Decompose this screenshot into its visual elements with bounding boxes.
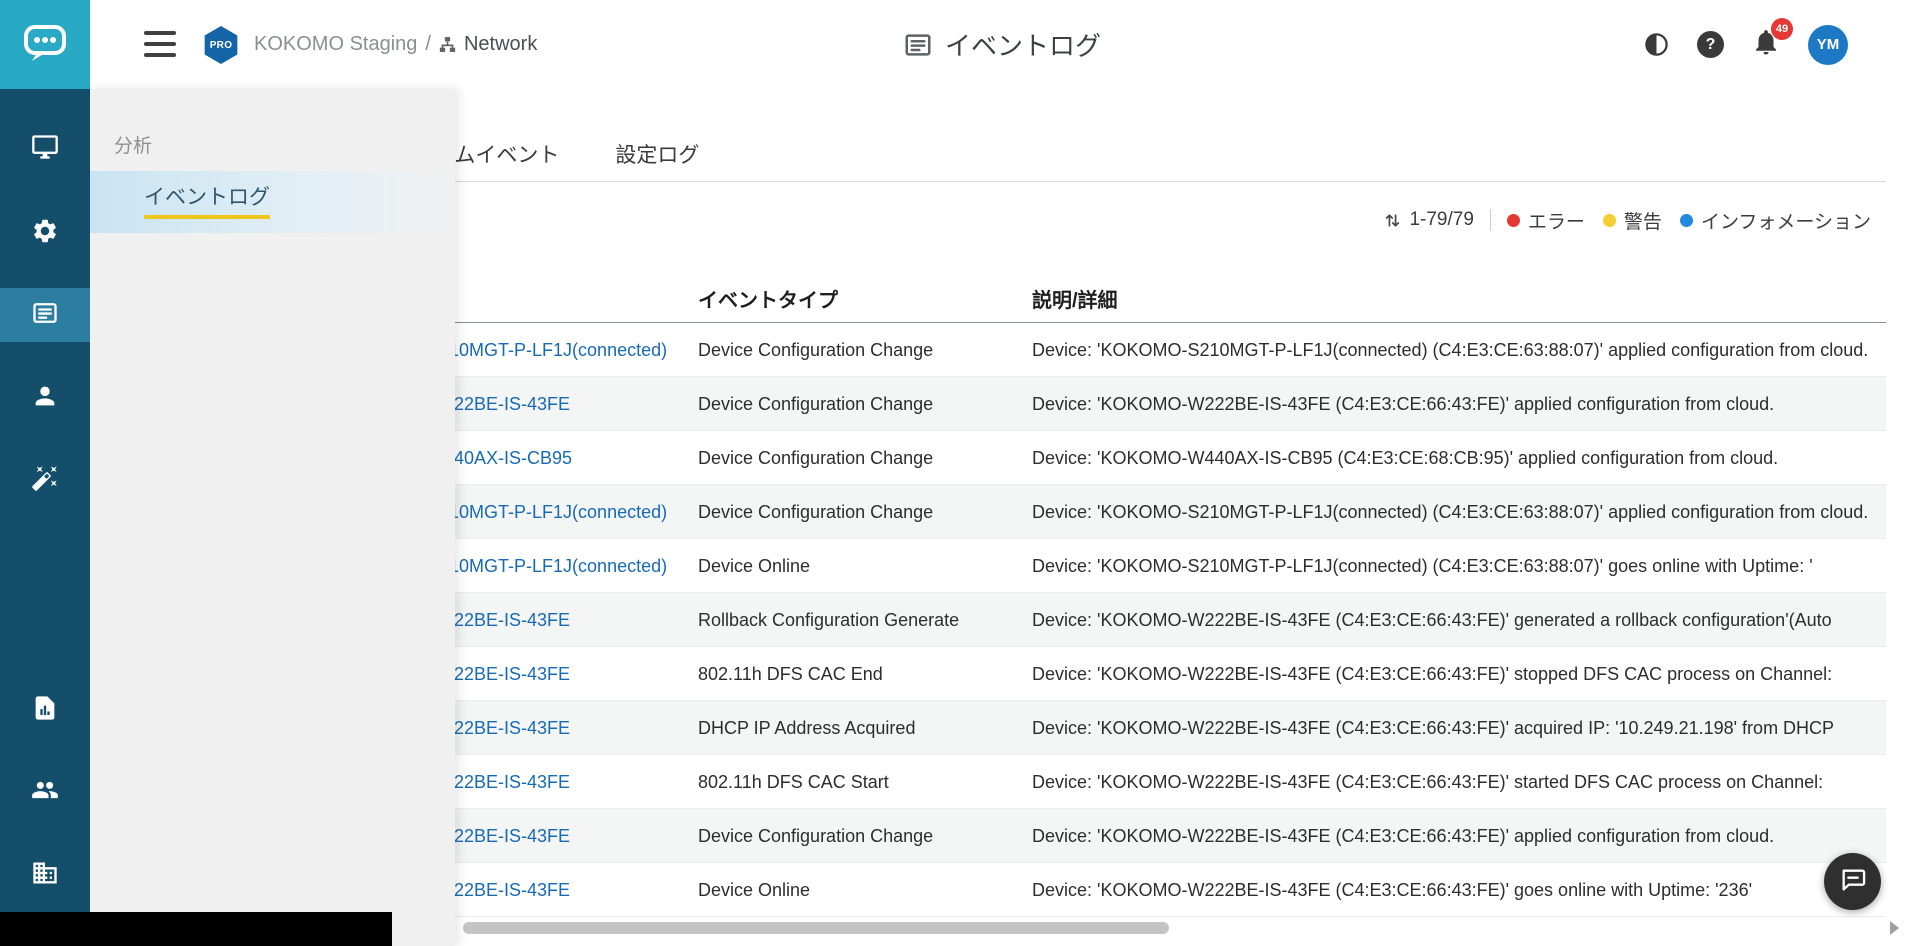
- header-actions: ? 49 YM: [1643, 0, 1848, 89]
- sort-icon[interactable]: [1382, 209, 1403, 232]
- legend-label: インフォメーション: [1701, 207, 1871, 234]
- bottom-overlay-bar: [0, 912, 392, 946]
- app-root: PRO KOKOMO Staging / Network イベントログ ?: [0, 0, 1920, 946]
- active-item-underline: [144, 215, 270, 219]
- network-icon: [439, 36, 456, 53]
- page-title: イベントログ: [903, 0, 1101, 89]
- pro-badge: PRO: [202, 26, 240, 64]
- toolbar: 1-79/79 エラー 警告 インフォメーション: [1382, 206, 1871, 234]
- column-description: 説明/詳細: [1032, 284, 1118, 313]
- event-type-cell: Device Online: [698, 539, 810, 593]
- event-log-title-icon: [903, 30, 933, 60]
- severity-dot: [1603, 214, 1616, 227]
- severity-dot: [1680, 214, 1693, 227]
- menu-item-label: イベントログ: [144, 186, 270, 209]
- scroll-right-arrow[interactable]: [1890, 921, 1899, 935]
- menu-section-label: 分析: [114, 131, 152, 158]
- sidebar-item-clients[interactable]: [0, 371, 90, 425]
- menu-toggle-button[interactable]: [144, 31, 176, 57]
- sidebar-item-settings[interactable]: [0, 206, 90, 260]
- event-log-icon: [31, 299, 59, 332]
- person-icon: [31, 382, 59, 415]
- event-description-cell: Device: 'KOKOMO-S210MGT-P-LF1J(connected…: [1032, 539, 1886, 593]
- event-type-cell: Device Online: [698, 863, 810, 917]
- legend-item: エラー: [1507, 207, 1585, 234]
- severity-legend: エラー 警告 インフォメーション: [1507, 207, 1871, 234]
- event-type-cell: 802.11h DFS CAC End: [698, 647, 883, 701]
- notifications-button[interactable]: 49: [1751, 27, 1781, 62]
- event-type-cell: 802.11h DFS CAC Start: [698, 755, 889, 809]
- chat-logo-icon: [21, 18, 69, 71]
- top-header: PRO KOKOMO Staging / Network イベントログ ?: [90, 0, 1920, 89]
- event-type-cell: DHCP IP Address Acquired: [698, 701, 915, 755]
- monitor-icon: [31, 133, 59, 166]
- event-type-cell: Device Configuration Change: [698, 485, 933, 539]
- legend-item: インフォメーション: [1680, 207, 1871, 234]
- legend-label: エラー: [1528, 207, 1585, 234]
- breadcrumb-site[interactable]: Network: [464, 33, 537, 56]
- severity-dot: [1507, 214, 1520, 227]
- event-description-cell: Device: 'KOKOMO-S210MGT-P-LF1J(connected…: [1032, 323, 1886, 377]
- magic-wand-icon: [31, 464, 59, 497]
- breadcrumb-separator: /: [425, 33, 431, 56]
- gear-icon: [31, 217, 59, 250]
- sidebar: [0, 0, 90, 946]
- sidebar-item-reports[interactable]: [0, 683, 90, 737]
- legend-item: 警告: [1603, 207, 1662, 234]
- breadcrumb-org[interactable]: KOKOMO Staging: [254, 33, 417, 56]
- event-type-cell: Device Configuration Change: [698, 431, 933, 485]
- event-type-cell: Device Configuration Change: [698, 377, 933, 431]
- sidebar-item-monitoring[interactable]: [0, 122, 90, 176]
- page-title-text: イベントログ: [945, 26, 1101, 63]
- tab-config-log[interactable]: 設定ログ: [615, 139, 699, 169]
- flyout-menu: 分析 イベントログ: [90, 89, 455, 946]
- event-description-cell: Device: 'KOKOMO-W222BE-IS-43FE (C4:E3:CE…: [1032, 377, 1886, 431]
- event-type-cell: Device Configuration Change: [698, 323, 933, 377]
- sidebar-item-users[interactable]: [0, 765, 90, 819]
- column-event-type: イベントタイプ: [698, 284, 838, 313]
- building-icon: [31, 859, 59, 892]
- menu-item-event-log[interactable]: イベントログ: [90, 171, 455, 233]
- help-icon[interactable]: ?: [1697, 31, 1724, 58]
- user-avatar[interactable]: YM: [1808, 25, 1848, 65]
- event-description-cell: Device: 'KOKOMO-W222BE-IS-43FE (C4:E3:CE…: [1032, 755, 1886, 809]
- event-description-cell: Device: 'KOKOMO-W222BE-IS-43FE (C4:E3:CE…: [1032, 863, 1886, 917]
- sidebar-item-event-log[interactable]: [0, 288, 90, 342]
- event-description-cell: Device: 'KOKOMO-W222BE-IS-43FE (C4:E3:CE…: [1032, 809, 1886, 863]
- app-logo[interactable]: [0, 0, 90, 89]
- event-type-cell: Rollback Configuration Generate: [698, 593, 959, 647]
- pagination-range: 1-79/79: [1409, 209, 1473, 231]
- event-description-cell: Device: 'KOKOMO-S210MGT-P-LF1J(connected…: [1032, 485, 1886, 539]
- sidebar-item-organization[interactable]: [0, 848, 90, 902]
- contrast-theme-icon[interactable]: [1643, 31, 1670, 58]
- event-type-cell: Device Configuration Change: [698, 809, 933, 863]
- chat-fab-button[interactable]: [1824, 853, 1881, 910]
- chat-bubble-icon: [1839, 866, 1867, 897]
- sidebar-item-tools[interactable]: [0, 453, 90, 507]
- horizontal-scrollbar[interactable]: [463, 922, 1169, 934]
- breadcrumb: KOKOMO Staging / Network: [254, 0, 537, 89]
- event-description-cell: Device: 'KOKOMO-W222BE-IS-43FE (C4:E3:CE…: [1032, 593, 1886, 647]
- notification-badge: 49: [1771, 18, 1793, 40]
- event-description-cell: Device: 'KOKOMO-W222BE-IS-43FE (C4:E3:CE…: [1032, 647, 1886, 701]
- legend-label: 警告: [1624, 207, 1662, 234]
- tab-divider: [380, 181, 1886, 182]
- event-description-cell: Device: 'KOKOMO-W222BE-IS-43FE (C4:E3:CE…: [1032, 701, 1886, 755]
- event-description-cell: Device: 'KOKOMO-W440AX-IS-CB95 (C4:E3:CE…: [1032, 431, 1886, 485]
- toolbar-divider: [1490, 209, 1491, 231]
- people-icon: [31, 776, 59, 809]
- report-icon: [31, 694, 59, 727]
